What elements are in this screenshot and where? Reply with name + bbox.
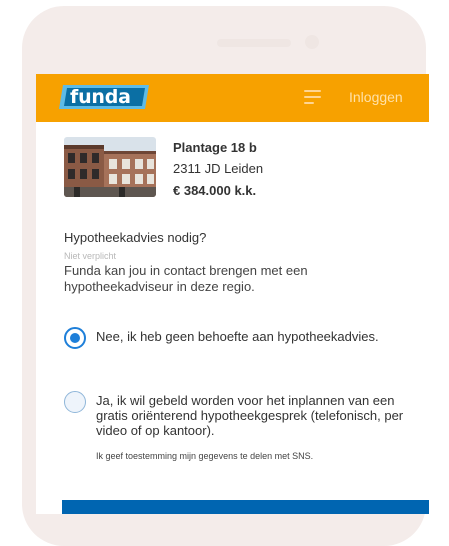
question-description: Funda kan jou in contact brengen met een… <box>64 263 308 294</box>
radio-unselected-icon[interactable] <box>64 391 86 413</box>
phone-notch <box>22 6 426 80</box>
question-optional-label: Niet verplicht <box>64 251 117 261</box>
login-link[interactable]: Inloggen <box>349 89 403 105</box>
listing-city: 2311 JD Leiden <box>173 161 264 176</box>
phone-camera <box>305 35 319 49</box>
consent-text: Ik geef toestemming mijn gegevens te del… <box>96 451 314 461</box>
option-no-advice-label[interactable]: Nee, ik heb geen behoefte aan hypotheeka… <box>96 329 396 344</box>
menu-icon[interactable] <box>304 90 321 104</box>
submit-button[interactable] <box>62 500 429 514</box>
app-screen: funda Inloggen Plantage 18 b 2311 JD Lei… <box>36 74 429 514</box>
logo-text: funda <box>70 86 131 108</box>
listing-street: Plantage 18 b <box>173 140 257 155</box>
listing-price: € 384.000 k.k. <box>173 183 257 198</box>
app-header: funda Inloggen <box>36 74 429 122</box>
listing-photo[interactable] <box>64 137 156 197</box>
phone-speaker <box>217 39 291 47</box>
option-call-me-label[interactable]: Ja, ik wil gebeld worden voor het inplan… <box>96 393 406 438</box>
question-title: Hypotheekadvies nodig? <box>64 230 207 245</box>
funda-logo[interactable]: funda <box>59 83 153 111</box>
radio-selected-icon[interactable] <box>64 327 86 349</box>
